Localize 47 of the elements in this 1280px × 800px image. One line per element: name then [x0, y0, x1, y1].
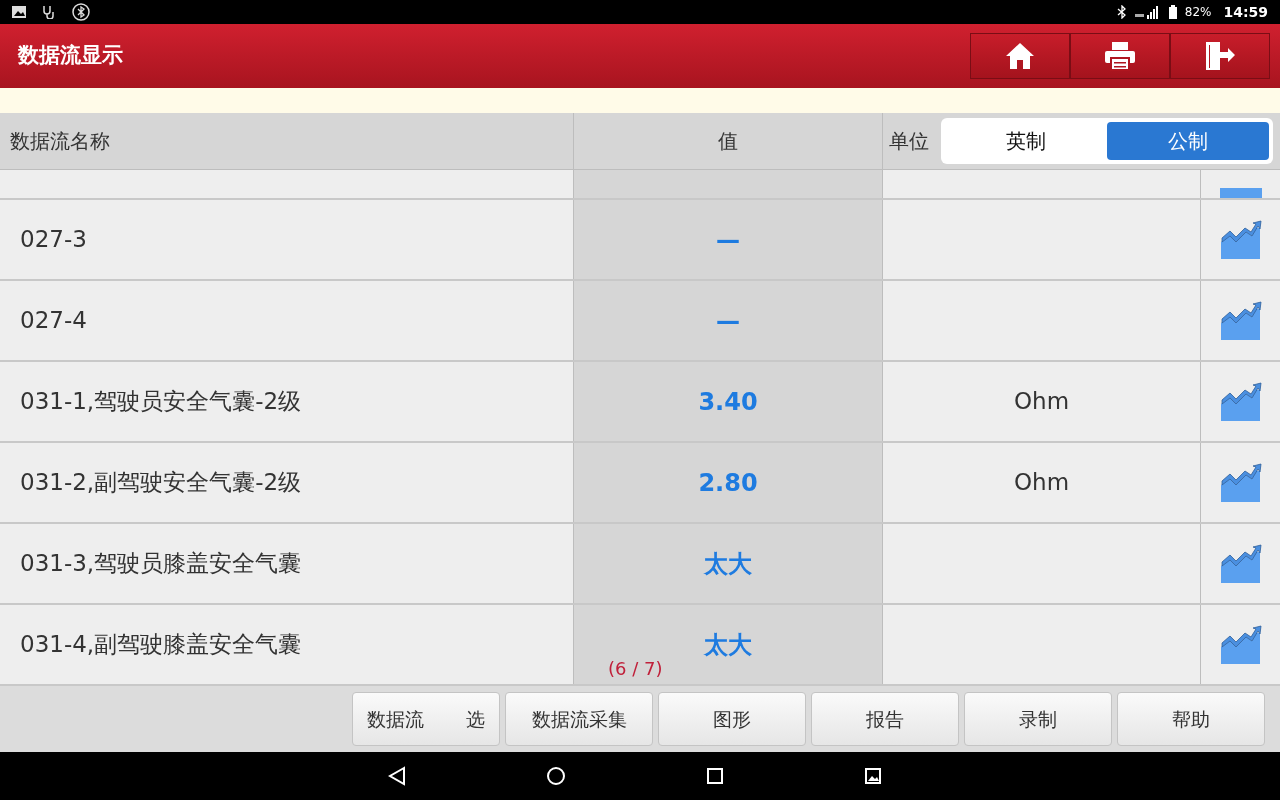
clock: 14:59: [1223, 2, 1268, 22]
home-icon: [1005, 42, 1035, 70]
data-item-name: 031-3,驾驶员膝盖安全气囊: [20, 549, 302, 579]
data-item-name: 027-3: [20, 225, 87, 255]
image-icon: [12, 6, 26, 18]
toolbar-button[interactable]: 报告: [811, 692, 959, 746]
unit-tab[interactable]: 英制: [945, 122, 1107, 160]
exit-door-icon: [1204, 41, 1236, 71]
data-value: 2.80: [698, 467, 758, 499]
toolbar-button[interactable]: 数据流采集: [505, 692, 653, 746]
data-value: 3.40: [698, 386, 758, 418]
data-item-name: 031-2,副驾驶安全气囊-2级: [20, 468, 302, 498]
page-title: 数据流显示: [18, 42, 124, 70]
exit-button[interactable]: [1170, 33, 1270, 79]
data-unit: Ohm: [1013, 468, 1070, 498]
signal-icon: [1134, 5, 1161, 19]
column-header: 数据流名称: [0, 113, 574, 169]
data-value: 太大: [704, 548, 752, 580]
printer-icon: [1104, 41, 1136, 71]
bluetooth-icon: [72, 3, 90, 21]
data-item-name: 031-1,驾驶员安全气囊-2级: [20, 387, 302, 417]
unit-tab[interactable]: 公制: [1107, 122, 1269, 160]
toolbar-button[interactable]: 帮助: [1117, 692, 1265, 746]
data-unit: Ohm: [1013, 387, 1070, 417]
home-button[interactable]: [970, 33, 1070, 79]
toolbar-button[interactable]: 录制: [964, 692, 1112, 746]
bluetooth-icon: [1116, 5, 1127, 19]
toolbar-button[interactable]: 图形: [658, 692, 806, 746]
data-value: —: [716, 224, 740, 256]
battery-level: 82%: [1184, 4, 1212, 21]
home-circle-icon[interactable]: [546, 766, 566, 786]
data-value: 太大: [704, 629, 752, 661]
battery-icon: [1168, 5, 1177, 19]
column-header: 单位: [889, 128, 930, 155]
back-icon[interactable]: [388, 766, 406, 786]
button-label: 选: [466, 706, 485, 732]
screenshot-icon[interactable]: [864, 767, 882, 785]
data-value: —: [716, 305, 740, 337]
print-button[interactable]: [1070, 33, 1170, 79]
button-label: 数据流: [367, 706, 424, 732]
data-item-name: 027-4: [20, 306, 87, 336]
data-item-name: 031-4,副驾驶膝盖安全气囊: [20, 630, 302, 660]
stethoscope-icon: [42, 5, 56, 19]
recents-icon[interactable]: [706, 767, 724, 785]
page-indicator: (6 / 7): [608, 657, 663, 681]
column-header: 值: [574, 113, 883, 169]
toolbar-button[interactable]: 数据流 选: [352, 692, 500, 746]
